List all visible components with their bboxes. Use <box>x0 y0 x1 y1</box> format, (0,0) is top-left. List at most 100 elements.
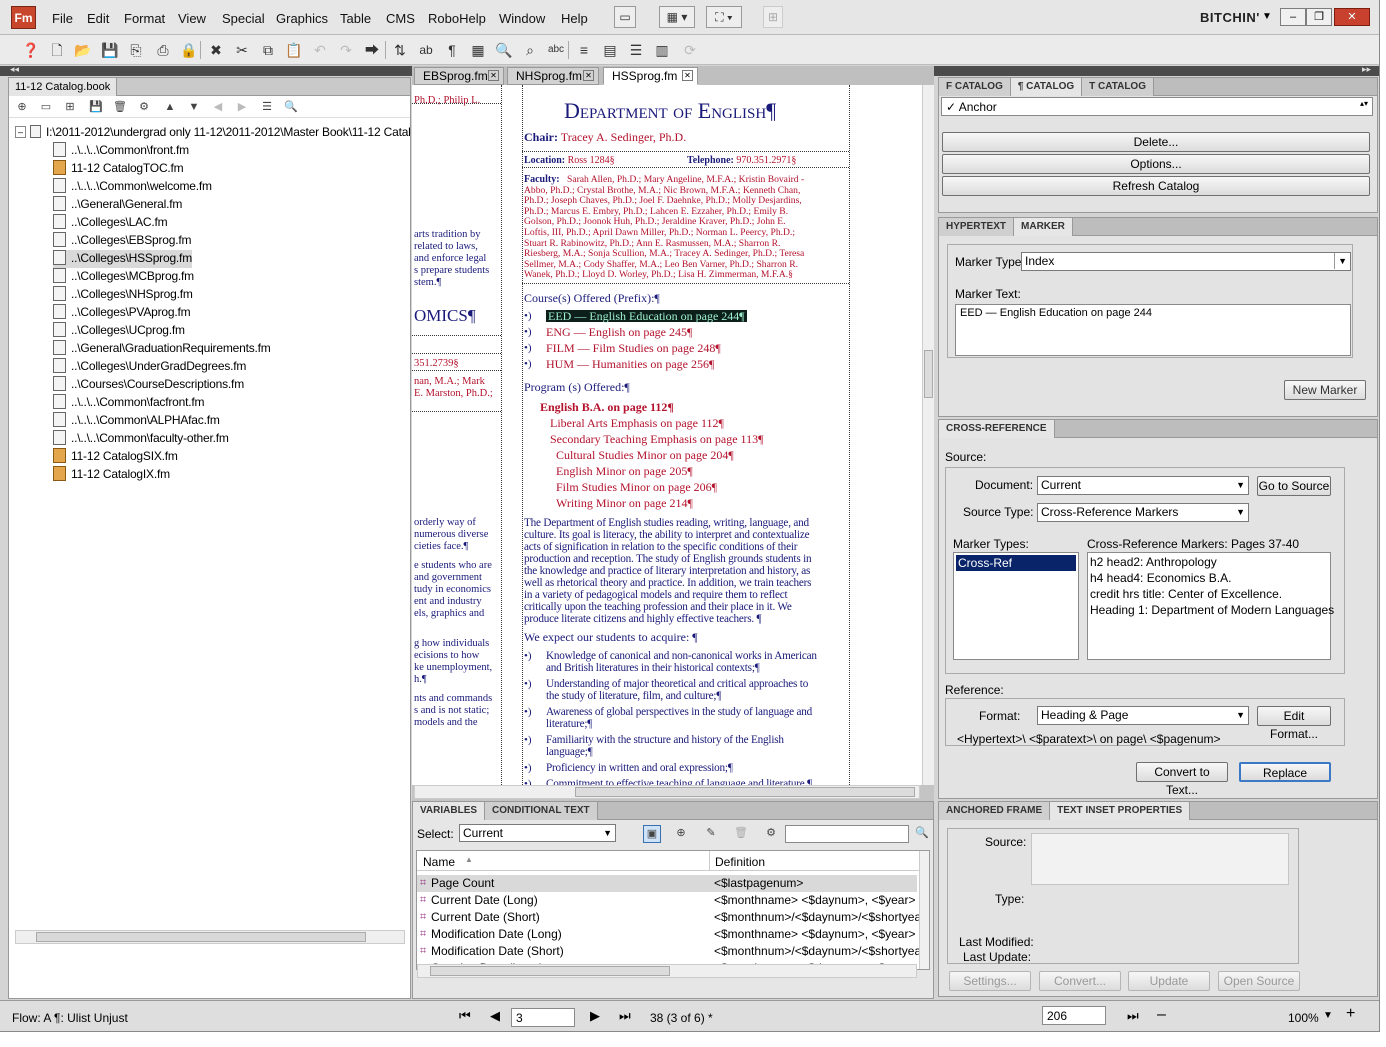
insert-variable-icon[interactable]: ▣ <box>643 825 661 843</box>
open-source-button[interactable]: Open Source <box>1218 971 1300 991</box>
program-link[interactable]: English B.A. on page 112¶ <box>540 401 674 413</box>
edit-format-button[interactable]: Edit Format... <box>1257 706 1331 741</box>
refresh-catalog-button[interactable]: Refresh Catalog <box>942 176 1370 196</box>
marker-type-item[interactable]: Cross-Ref <box>956 555 1076 571</box>
book-file-item[interactable]: 11-12 CatalogTOC.fm <box>53 160 184 178</box>
course-link[interactable]: HUM — Humanities on page 256¶ <box>546 358 714 370</box>
document-select[interactable]: Current ▼ <box>1037 476 1249 495</box>
menu-format[interactable]: Format <box>124 11 165 26</box>
book-file-item[interactable]: ..\General\General.fm <box>53 196 182 214</box>
outdent-icon[interactable]: ◀ <box>210 99 226 115</box>
arrange-documents-icon[interactable]: ▦ ▾ <box>659 6 695 28</box>
xref-marker-item[interactable]: credit hrs title: Center of Excellence. <box>1090 587 1282 601</box>
tab-text-inset-properties[interactable]: TEXT INSET PROPERTIES <box>1050 802 1191 820</box>
book-file-item[interactable]: ..\..\..\Common\welcome.fm <box>53 178 212 196</box>
text-flow-icon[interactable]: ⇅ <box>389 39 411 61</box>
document-horizontal-scrollbar[interactable] <box>414 785 920 799</box>
variables-select[interactable]: Current ▼ <box>459 824 616 842</box>
book-file-item[interactable]: ..\..\..\Common\ALPHAfac.fm <box>53 412 220 430</box>
variable-row[interactable]: ⌗ Page Count <$lastpagenum> <box>417 875 917 892</box>
book-menu-icon[interactable]: ☰ <box>259 99 275 115</box>
tab-nhsprog[interactable]: NHSprog.fm ✕ <box>507 67 599 85</box>
help-icon[interactable]: ❓ <box>20 39 42 61</box>
variable-search-icon[interactable]: 🔍 <box>913 825 931 843</box>
redo-icon[interactable]: ↷ <box>335 39 357 61</box>
print-icon[interactable]: ⎙ <box>152 39 174 61</box>
workspace-name[interactable]: BITCHIN' <box>1200 10 1260 25</box>
book-root[interactable]: – I:\2011-2012\undergrad only 11-12\2011-… <box>15 124 410 140</box>
variable-row[interactable]: ⌗ Current Date (Long) <$monthname> <$daynu… <box>417 892 917 909</box>
book-file-item[interactable]: ..\Colleges\PVAprog.fm <box>53 304 191 322</box>
refresh-icon[interactable]: ⟳ <box>679 39 701 61</box>
program-link[interactable]: English Minor on page 205¶ <box>556 465 693 477</box>
replace-button[interactable]: Replace <box>1239 762 1331 782</box>
page-number-field[interactable]: 3 <box>511 1008 575 1027</box>
book-file-item[interactable]: ..\Colleges\LAC.fm <box>53 214 168 232</box>
options-button[interactable]: Options... <box>942 154 1370 174</box>
minimize-button[interactable]: – <box>1280 8 1306 26</box>
close-tab-icon[interactable]: ✕ <box>583 70 594 81</box>
pod-layout-icon[interactable]: ▭ <box>614 6 636 28</box>
program-link[interactable]: Cultural Studies Minor on page 204¶ <box>556 449 734 461</box>
align-center-icon[interactable]: ≡ <box>573 39 595 61</box>
spelling-icon[interactable]: abc <box>545 39 567 61</box>
go-to-icon[interactable]: ⏭ <box>1127 1008 1139 1024</box>
column-name[interactable]: Name <box>423 855 455 869</box>
new-file-icon[interactable]: 🗋 <box>46 39 68 61</box>
book-file-item[interactable]: ..\..\..\Common\front.fm <box>53 142 189 160</box>
zoom-in-icon[interactable]: + <box>1346 1005 1355 1023</box>
find-change-icon[interactable]: 🔍 <box>493 39 515 61</box>
variable-options-icon[interactable]: ⚙ <box>762 825 780 843</box>
search-icon[interactable]: ⌕ <box>519 39 541 61</box>
zoom-dropdown-icon[interactable]: ▼ <box>1323 1010 1333 1021</box>
next-page-icon[interactable]: ▶ <box>590 1008 600 1024</box>
menu-help[interactable]: Help <box>561 11 588 26</box>
tab-conditional-text[interactable]: CONDITIONAL TEXT <box>485 802 598 820</box>
catalog-spinner-icon[interactable]: ▴▾ <box>1360 99 1368 108</box>
copy-icon[interactable]: ⧉ <box>257 39 279 61</box>
course-link[interactable]: EED — English Education on page 244¶ <box>546 310 747 322</box>
workspace-dropdown-icon[interactable]: ▼ <box>1262 11 1272 22</box>
tab-f-catalog[interactable]: F CATALOG <box>939 78 1011 96</box>
catalog-item-anchor[interactable]: ✓ Anchor <box>946 100 997 114</box>
menu-graphics[interactable]: Graphics <box>276 11 328 26</box>
marker-types-list[interactable]: Cross-Ref <box>953 552 1079 660</box>
delete-button[interactable]: Delete... <box>942 132 1370 152</box>
program-link[interactable]: Film Studies Minor on page 206¶ <box>556 481 717 493</box>
save-book-icon[interactable]: 💾 <box>88 99 104 115</box>
convert-to-text-button[interactable]: Convert to Text... <box>1136 762 1228 797</box>
menu-cms[interactable]: CMS <box>386 11 415 26</box>
book-file-item[interactable]: ..\General\GraduationRequirements.fm <box>53 340 271 358</box>
save-as-icon[interactable]: ⎘ <box>125 39 147 61</box>
book-search-icon[interactable]: 🔍 <box>283 99 299 115</box>
add-file-icon[interactable]: ⊕ <box>14 99 30 115</box>
tab-t-catalog[interactable]: T CATALOG <box>1082 78 1154 96</box>
variable-search-field[interactable] <box>785 825 909 843</box>
cut-icon[interactable]: ✂ <box>231 39 253 61</box>
xref-marker-item[interactable]: Heading 1: Department of Modern Language… <box>1090 603 1334 617</box>
source-type-select[interactable]: Cross-Reference Markers ▼ <box>1037 503 1249 522</box>
menu-file[interactable]: File <box>52 11 73 26</box>
tab-anchored-frame[interactable]: ANCHORED FRAME <box>939 802 1051 820</box>
tab-marker[interactable]: MARKER <box>1014 218 1073 236</box>
marker-text-field[interactable]: EED — English Education on page 244 <box>955 304 1351 356</box>
list-icon[interactable]: ☰ <box>625 39 647 61</box>
new-marker-button[interactable]: New Marker <box>1284 380 1366 400</box>
variables-vertical-scrollbar[interactable] <box>919 851 929 969</box>
update-book-icon[interactable]: ⊞ <box>62 99 78 115</box>
paste-icon[interactable]: 📋 <box>283 39 305 61</box>
variable-row[interactable]: ⌗ Modification Date (Short) <$monthnum>/<$… <box>417 943 929 960</box>
new-variable-icon[interactable]: ⊕ <box>672 825 690 843</box>
indent-icon[interactable]: ▶ <box>234 99 250 115</box>
menu-table[interactable]: Table <box>340 11 371 26</box>
document-page[interactable]: Ph.D.; Philip L. arts tradition by related… <box>412 85 922 785</box>
menu-edit[interactable]: Edit <box>87 11 109 26</box>
undo-icon[interactable]: ↶ <box>309 39 331 61</box>
xref-marker-item[interactable]: h4 head4: Economics B.A. <box>1090 571 1231 585</box>
edit-variable-icon[interactable]: ✎ <box>702 825 720 843</box>
collapse-left-icon[interactable]: ◂◂ <box>10 64 19 75</box>
go-to-source-button[interactable]: Go to Source <box>1257 476 1331 496</box>
book-file-item[interactable]: ..\..\..\Common\faculty-other.fm <box>53 430 229 448</box>
close-button[interactable]: ✕ <box>1334 8 1370 26</box>
book-file-item[interactable]: ..\Colleges\MCBprog.fm <box>53 268 194 286</box>
